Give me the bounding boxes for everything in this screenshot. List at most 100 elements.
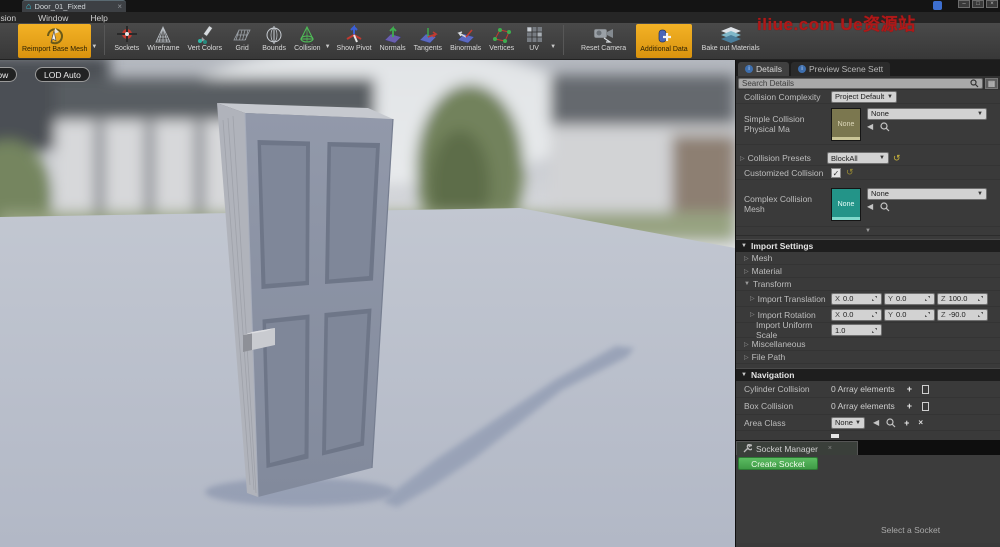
tab-close-icon[interactable]: × [828, 445, 832, 452]
expander-icon[interactable]: ▷ [740, 155, 745, 162]
collision-presets-dropdown[interactable]: BlockAll▼ [827, 152, 889, 164]
simple-collision-thumbnail[interactable]: None [831, 108, 861, 141]
reset-camera-button[interactable]: Reset Camera [577, 23, 630, 58]
clear-icon[interactable]: × [918, 418, 923, 427]
tangents-button[interactable]: Tangents [410, 23, 446, 58]
view-options-button[interactable]: ▦ [985, 78, 998, 89]
spin-arrows-icon [977, 295, 984, 302]
row-material[interactable]: ▷ Material [736, 265, 1000, 278]
uv-button[interactable]: UV [518, 23, 550, 58]
browse-asset-icon[interactable] [880, 122, 890, 132]
details-tab-bar: i Details i Preview Scene Sett [736, 60, 1000, 76]
tab-close-icon[interactable]: × [117, 2, 122, 11]
show-pivot-button[interactable]: Show Pivot [333, 23, 376, 58]
additional-data-button[interactable]: Additional Data [636, 24, 691, 58]
menu-collision[interactable]: Collision [0, 13, 27, 23]
collision-complexity-dropdown[interactable]: Project Default▼ [831, 91, 897, 103]
menu-help[interactable]: Help [79, 13, 118, 23]
import-translation-y[interactable]: Y0.0 [884, 293, 935, 305]
details-panel: i Details i Preview Scene Sett Search De… [735, 60, 1000, 547]
toolbar-separator [563, 25, 564, 55]
viewport-scene [0, 60, 735, 547]
add-array-element-icon[interactable]: + [907, 401, 912, 411]
reset-to-default-icon[interactable]: ↺ [846, 168, 854, 177]
simple-collision-dropdown[interactable]: None▼ [867, 108, 987, 120]
show-pivot-icon [342, 24, 366, 46]
reimport-dropdown-caret[interactable]: ▼ [91, 44, 97, 50]
import-rotation-y[interactable]: Y0.0 [884, 309, 935, 321]
add-array-element-icon[interactable]: + [907, 384, 912, 394]
complex-collision-thumbnail[interactable]: None [831, 188, 861, 221]
sockets-icon [115, 24, 139, 46]
expander-icon[interactable]: ▷ [750, 295, 755, 302]
socket-manager-panel: Create Socket Select a Socket [736, 455, 1000, 543]
normals-button[interactable]: Normals [376, 23, 410, 58]
additional-data-icon [652, 25, 676, 47]
preview-tab-icon: i [798, 65, 806, 73]
expand-category-chevron[interactable]: ▼ [736, 227, 1000, 236]
use-selected-asset-icon[interactable]: ◀ [867, 202, 873, 211]
row-mesh[interactable]: ▷ Mesh [736, 252, 1000, 265]
tangents-icon [416, 24, 440, 46]
bounds-button[interactable]: Bounds [258, 23, 290, 58]
bake-out-materials-button[interactable]: Bake out Materials [698, 23, 764, 58]
collision-dropdown-caret[interactable]: ▼ [325, 44, 331, 50]
import-uniform-scale-input[interactable]: 1.0 [831, 324, 882, 336]
complex-collision-dropdown[interactable]: None▼ [867, 188, 987, 200]
reset-to-default-icon[interactable]: ↺ [893, 154, 901, 163]
lod-auto-button[interactable]: LOD Auto [35, 67, 90, 82]
app-icon [933, 1, 942, 10]
maximize-button[interactable]: □ [972, 0, 984, 8]
menu-window[interactable]: Window [27, 13, 79, 23]
vert-colors-button[interactable]: Vert Colors [184, 23, 227, 58]
close-button[interactable]: × [986, 0, 998, 8]
create-socket-button[interactable]: Create Socket [738, 457, 818, 470]
duplicate-array-icon[interactable] [922, 385, 929, 394]
tab-details[interactable]: i Details [738, 62, 789, 76]
show-menu-button[interactable]: Show [0, 67, 17, 82]
minimize-button[interactable]: – [958, 0, 970, 8]
row-customized-collision: Customized Collision ✓ ↺ [736, 166, 1000, 180]
uv-dropdown-caret[interactable]: ▼ [550, 44, 556, 50]
search-details-input[interactable]: Search Details [738, 78, 983, 89]
door-mesh[interactable] [217, 103, 393, 497]
clipped-checkbox[interactable] [831, 434, 839, 438]
bounds-icon [262, 24, 286, 46]
expander-icon: ▷ [744, 255, 749, 262]
sockets-button[interactable]: Sockets [110, 23, 143, 58]
expander-icon[interactable]: ▷ [750, 311, 755, 318]
duplicate-array-icon[interactable] [922, 402, 929, 411]
section-navigation[interactable]: ▼ Navigation [736, 368, 1000, 381]
collision-button[interactable]: Collision [290, 23, 324, 58]
browse-asset-icon[interactable] [880, 202, 890, 212]
reimport-icon [43, 25, 67, 47]
row-transform[interactable]: ▼ Transform [736, 278, 1000, 291]
asset-tab[interactable]: ⌂ Door_01_Fixed × [22, 0, 126, 12]
grid-button[interactable]: Grid [226, 23, 258, 58]
tab-preview-scene-settings[interactable]: i Preview Scene Sett [791, 62, 890, 76]
row-file-path[interactable]: ▷ File Path [736, 351, 1000, 364]
vertices-button[interactable]: Vertices [485, 23, 518, 58]
customized-collision-checkbox[interactable]: ✓ [831, 168, 841, 178]
viewport-3d[interactable]: Show LOD Auto [0, 60, 735, 547]
vertices-icon [490, 24, 514, 46]
expander-icon: ▷ [744, 341, 749, 348]
row-miscellaneous[interactable]: ▷ Miscellaneous [736, 338, 1000, 351]
import-rotation-z[interactable]: Z-90.0 [937, 309, 988, 321]
import-translation-z[interactable]: Z100.0 [937, 293, 988, 305]
use-selected-asset-icon[interactable]: ◀ [873, 418, 879, 427]
normals-icon [381, 24, 405, 46]
browse-asset-icon[interactable] [886, 418, 896, 428]
section-import-settings[interactable]: ▼ Import Settings [736, 239, 1000, 252]
uv-icon [522, 24, 546, 46]
area-class-dropdown[interactable]: None▼ [831, 417, 865, 429]
use-selected-asset-icon[interactable]: ◀ [867, 122, 873, 131]
tab-socket-manager[interactable]: Socket Manager × [736, 441, 858, 455]
import-translation-x[interactable]: X0.0 [831, 293, 882, 305]
binormals-button[interactable]: Binormals [446, 23, 485, 58]
reimport-base-mesh-button[interactable]: Reimport Base Mesh [18, 24, 91, 58]
add-icon[interactable]: + [904, 418, 909, 428]
window-controls: – □ × [958, 0, 998, 8]
wireframe-button[interactable]: Wireframe [143, 23, 183, 58]
import-rotation-x[interactable]: X0.0 [831, 309, 882, 321]
